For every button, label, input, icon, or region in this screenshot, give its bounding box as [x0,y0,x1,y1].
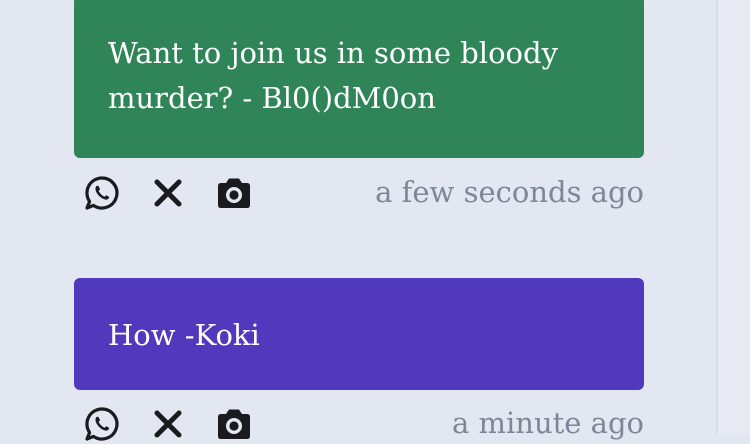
delete-button[interactable] [146,404,190,444]
close-icon [152,177,184,209]
message-actions [80,404,278,444]
screenshot-button[interactable] [212,173,256,213]
message-actions [80,173,278,213]
message-tail [36,10,76,50]
camera-icon [215,176,253,210]
message-text: How -Koki [108,318,260,352]
whatsapp-icon [83,174,121,212]
close-icon [152,408,184,440]
right-scroll-rail [716,0,750,434]
share-whatsapp-button[interactable] [80,173,124,213]
share-whatsapp-button[interactable] [80,404,124,444]
message-tail [36,291,76,331]
screenshot-button[interactable] [212,404,256,444]
message-timestamp: a few seconds ago [375,175,644,209]
delete-button[interactable] [146,173,190,213]
message-bubble: Want to join us in some bloody murder? -… [74,0,644,158]
message-timestamp: a minute ago [452,406,644,440]
message-bubble: How -Koki [74,278,644,390]
whatsapp-icon [83,405,121,443]
camera-icon [215,407,253,441]
message-text: Want to join us in some bloody murder? -… [108,36,558,115]
